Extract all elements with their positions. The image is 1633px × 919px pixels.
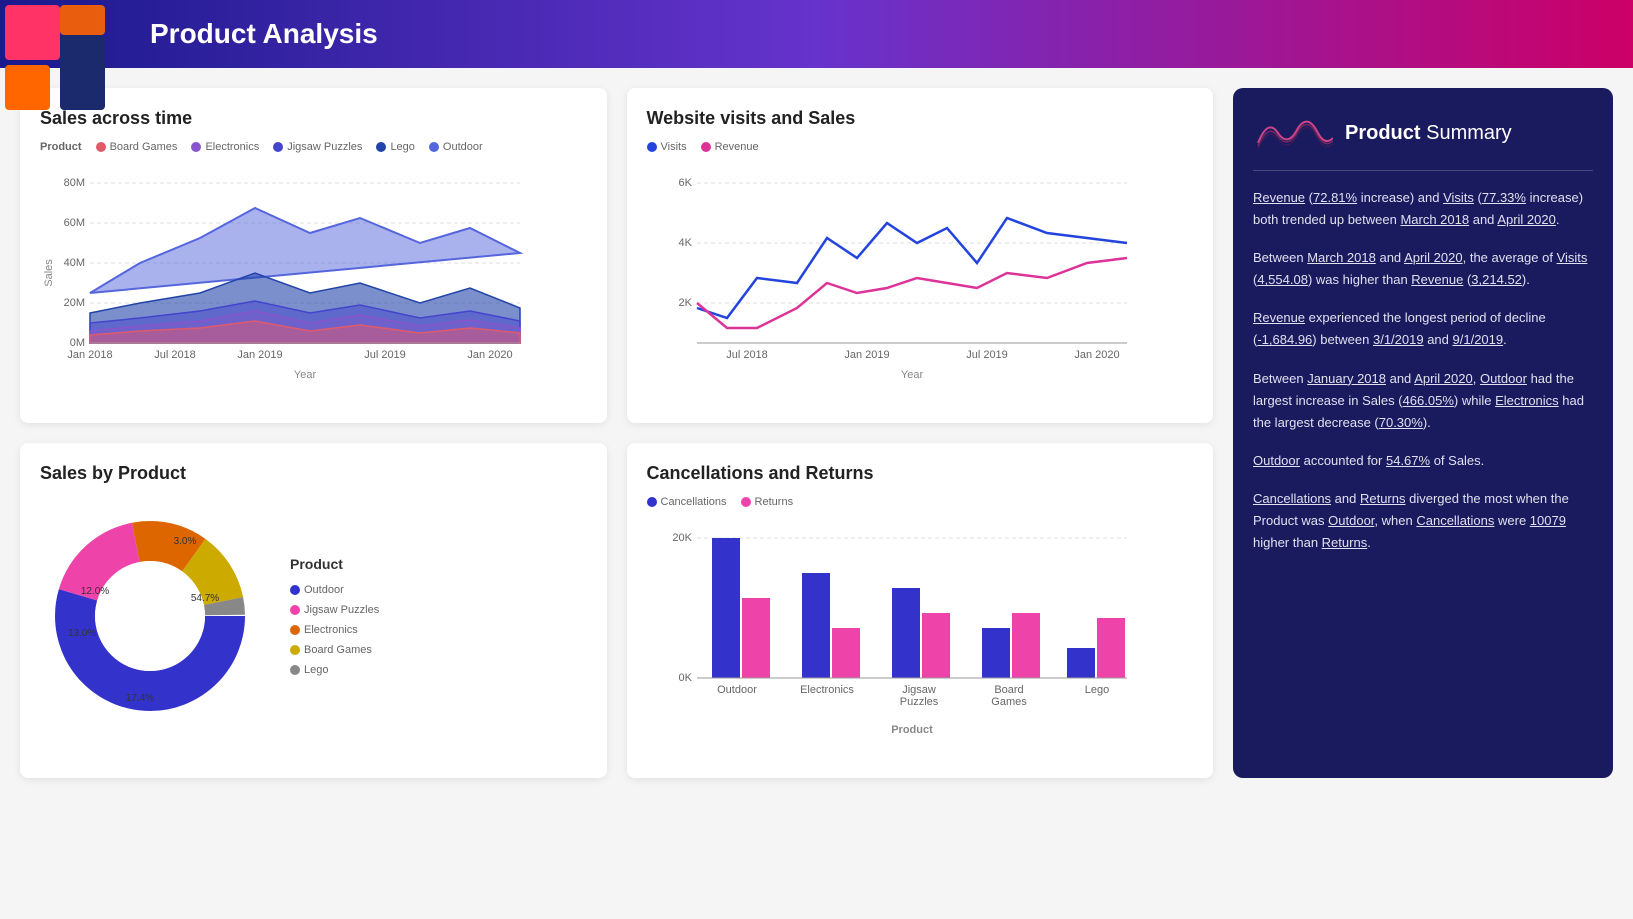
website-visits-title: Website visits and Sales — [647, 108, 1194, 129]
svg-text:Jan 2019: Jan 2019 — [844, 349, 889, 361]
website-visits-section: Website visits and Sales Visits Revenue … — [627, 88, 1214, 423]
cancellations-legend: Cancellations Returns — [647, 496, 1194, 508]
summary-panel: Product Summary Revenue (72.81% increase… — [1233, 88, 1613, 778]
logo-square-2 — [60, 5, 105, 35]
legend-electronics: Electronics — [191, 141, 259, 153]
legend-board-games: Board Games — [96, 141, 178, 153]
svg-text:0M: 0M — [70, 337, 85, 349]
sales-by-product-title: Sales by Product — [40, 463, 587, 484]
svg-text:80M: 80M — [64, 177, 85, 189]
legend-lego: Lego — [376, 141, 414, 153]
legend-boardgames-donut: Board Games — [290, 644, 379, 656]
main-content: Sales across time Product Board Games El… — [0, 68, 1633, 798]
sales-across-time-title: Sales across time — [40, 108, 587, 129]
svg-text:Jan 2020: Jan 2020 — [1074, 349, 1119, 361]
summary-header: Product Summary — [1253, 108, 1593, 171]
svg-text:Games: Games — [991, 696, 1027, 708]
legend-outdoor: Outdoor — [429, 141, 483, 153]
sales-across-time-section: Sales across time Product Board Games El… — [20, 88, 607, 423]
svg-text:Lego: Lego — [1084, 684, 1108, 696]
svg-text:54.7%: 54.7% — [191, 593, 219, 604]
svg-text:Jan 2020: Jan 2020 — [467, 349, 512, 361]
page-title: Product Analysis — [150, 18, 378, 50]
legend-jigsaw-donut: Jigsaw Puzzles — [290, 604, 379, 616]
svg-text:Product: Product — [891, 724, 933, 736]
svg-text:20M: 20M — [64, 297, 85, 309]
sales-by-product-section: Sales by Product — [20, 443, 607, 778]
svg-text:2K: 2K — [678, 297, 692, 309]
logo-square-1 — [5, 5, 60, 60]
logo-square-4 — [60, 35, 105, 110]
svg-text:4K: 4K — [678, 237, 692, 249]
legend-outdoor-donut: Outdoor — [290, 584, 379, 596]
svg-text:Board: Board — [994, 684, 1023, 696]
logo-square-3 — [5, 65, 50, 110]
wave-decoration-icon — [1253, 108, 1333, 158]
svg-text:12.0%: 12.0% — [81, 586, 109, 597]
svg-text:60M: 60M — [64, 217, 85, 229]
sales-legend: Product Board Games Electronics Jigsaw P… — [40, 141, 587, 153]
svg-text:6K: 6K — [678, 177, 692, 189]
legend-electronics-donut: Electronics — [290, 624, 379, 636]
svg-text:Jan 2018: Jan 2018 — [67, 349, 112, 361]
svg-text:20K: 20K — [672, 532, 692, 544]
logo-area — [0, 0, 110, 120]
charts-area: Sales across time Product Board Games El… — [20, 88, 1213, 778]
svg-text:Jul 2018: Jul 2018 — [726, 349, 768, 361]
website-visits-chart: 6K 4K 2K Jul 2018 Jan 2019 Jul 2019 Jan … — [647, 163, 1137, 403]
svg-text:Jan 2019: Jan 2019 — [237, 349, 282, 361]
summary-title-bold: Product — [1345, 122, 1421, 144]
svg-text:Electronics: Electronics — [800, 684, 854, 696]
legend-lego-donut: Lego — [290, 664, 379, 676]
svg-text:Jul 2019: Jul 2019 — [364, 349, 406, 361]
summary-p5: Outdoor accounted for 54.67% of Sales. — [1253, 450, 1593, 472]
svg-text:Jigsaw: Jigsaw — [902, 684, 936, 696]
summary-p6: Cancellations and Returns diverged the m… — [1253, 488, 1593, 554]
donut-area: 54.7% 17.4% 13.0% 12.0% 3.0% Product Out… — [40, 496, 587, 736]
summary-p2: Between March 2018 and April 2020, the a… — [1253, 247, 1593, 291]
visits-legend: Visits Revenue — [647, 141, 1194, 153]
summary-title-rest: Summary — [1421, 122, 1512, 144]
cancellations-returns-section: Cancellations and Returns Cancellations … — [627, 443, 1214, 778]
header: Product Analysis — [0, 0, 1633, 68]
product-legend: Product Outdoor Jigsaw Puzzles Electroni… — [290, 556, 379, 676]
cancellations-returns-title: Cancellations and Returns — [647, 463, 1194, 484]
summary-title: Product Summary — [1345, 122, 1512, 145]
svg-text:13.0%: 13.0% — [68, 628, 96, 639]
legend-product-label: Product — [40, 141, 82, 153]
svg-text:Jul 2019: Jul 2019 — [966, 349, 1008, 361]
summary-p3: Revenue experienced the longest period o… — [1253, 307, 1593, 351]
svg-text:Outdoor: Outdoor — [717, 684, 757, 696]
donut-chart: 54.7% 17.4% 13.0% 12.0% 3.0% — [40, 506, 260, 726]
svg-text:Sales: Sales — [43, 259, 55, 287]
legend-jigsaw: Jigsaw Puzzles — [273, 141, 362, 153]
summary-content[interactable]: Revenue (72.81% increase) and Visits (77… — [1253, 187, 1593, 570]
svg-text:17.4%: 17.4% — [126, 693, 154, 704]
svg-text:Year: Year — [900, 369, 923, 381]
svg-text:0K: 0K — [678, 672, 692, 684]
product-legend-title: Product — [290, 556, 379, 572]
sales-across-time-chart: 80M 60M 40M 20M 0M Sales Jan 201 — [40, 163, 530, 403]
summary-p1: Revenue (72.81% increase) and Visits (77… — [1253, 187, 1593, 231]
svg-text:Year: Year — [294, 369, 317, 381]
svg-text:3.0%: 3.0% — [174, 536, 197, 547]
svg-text:Puzzles: Puzzles — [899, 696, 938, 708]
svg-text:Jul 2018: Jul 2018 — [154, 349, 196, 361]
cancellations-chart: 20K 0K Outdoor El — [647, 518, 1137, 758]
svg-text:40M: 40M — [64, 257, 85, 269]
summary-p4: Between January 2018 and April 2020, Out… — [1253, 368, 1593, 434]
